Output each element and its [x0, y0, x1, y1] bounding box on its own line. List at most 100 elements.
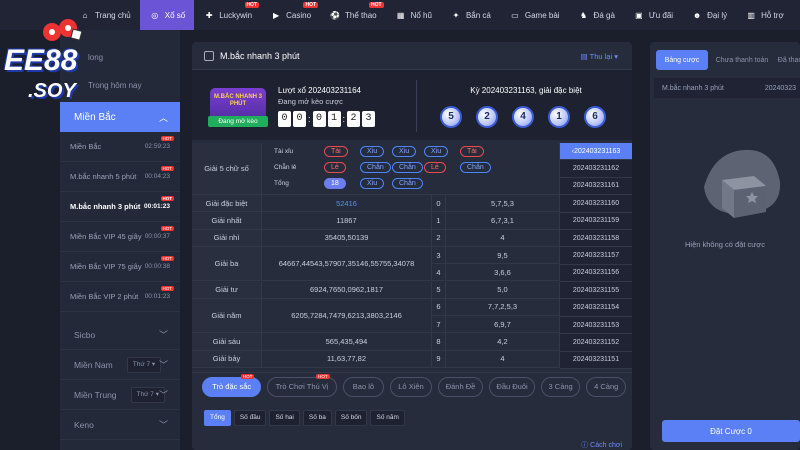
- subtab-option[interactable]: Tổng: [204, 410, 231, 426]
- hot-badge: HOT: [303, 2, 319, 8]
- round-id-item[interactable]: 202403231156: [560, 264, 632, 283]
- game-panel: M.bắc nhanh 3 phút ▤ Thu lại ▾ M.BẮC NHA…: [192, 42, 632, 450]
- tail-values: 5,0: [446, 281, 560, 299]
- subtab-option[interactable]: Số ba: [302, 410, 332, 426]
- results-table: Giải 5 chữ số Tài xỉu Tài Xỉu Xỉu Xỉu Tài Chẵn …: [192, 143, 632, 369]
- hot-badge: HOT: [316, 373, 330, 379]
- hot-badge: HOT: [160, 196, 174, 201]
- prize-label: Giải bảy: [192, 350, 262, 368]
- tail-values: 3,6,6: [446, 264, 560, 282]
- nav-item-1[interactable]: ◎ Xổ số: [139, 0, 195, 30]
- bet-round-id: 20240323: [764, 84, 796, 92]
- game-title: M.bắc nhanh 3 phút: [220, 50, 300, 61]
- nav-item-4[interactable]: ⚽ Thể thao HOT: [320, 0, 386, 30]
- tab-bet-type[interactable]: 4 Càng: [586, 376, 627, 397]
- nav-item-5[interactable]: ▦ Nổ hũ: [386, 0, 441, 30]
- hot-badge: HOT: [160, 226, 174, 231]
- game-name: Miền Bắc VIP 45 giây: [70, 232, 142, 241]
- bet-type-tabs: Trò đặc sắc HOT Trò Chơi Thú Vị HOT Bao lô Lô…: [192, 372, 632, 400]
- tab-bet-type[interactable]: 3 Càng: [540, 376, 581, 397]
- sidebar-category[interactable]: Sicbo ﹀: [60, 320, 180, 350]
- round-id: 202403231163: [574, 147, 621, 155]
- collapse-button[interactable]: ▤ Thu lại ▾: [581, 52, 618, 61]
- sidebar-game-item[interactable]: M.bắc nhanh 3 phút 00:01:23 HOT: [60, 192, 180, 222]
- slot-icon: ▦: [396, 10, 405, 20]
- round-id-item[interactable]: 202403231159: [560, 212, 632, 230]
- round-id-item[interactable]: 202403231153: [560, 316, 632, 335]
- sidebar-category[interactable]: Miền Nam Thứ 7 ▾ ﹀: [60, 350, 180, 380]
- bet-game-name: M.bắc nhanh 3 phút: [662, 84, 724, 92]
- round-id-item[interactable]: 202403231155: [560, 282, 632, 300]
- subtab-option[interactable]: Số năm: [370, 410, 405, 426]
- nav-item-10[interactable]: ☻ Đại lý: [682, 0, 736, 30]
- sidebar-game-item[interactable]: Miền Bắc VIP 45 giây 00:00:37 HOT: [60, 222, 180, 252]
- countdown-digit: 0: [278, 111, 291, 127]
- place-bet-button[interactable]: Đặt Cược 0: [662, 420, 800, 442]
- nav-label: Hỗ trợ: [761, 10, 784, 20]
- round-id-item[interactable]: 202403231157: [560, 247, 632, 265]
- tab-bet-type[interactable]: Lô Xiên: [390, 376, 432, 397]
- nav-item-7[interactable]: ▭ Game bài: [500, 0, 569, 30]
- game-name: M.bắc nhanh 5 phút: [70, 172, 137, 181]
- round-id: 202403231154: [572, 304, 620, 312]
- tab-paid[interactable]: Đã thanh: [772, 50, 800, 70]
- tab-bet-type[interactable]: Đánh Đề: [437, 376, 484, 397]
- tab-bet-type[interactable]: Bao lô: [342, 376, 385, 397]
- tab-label: 3 Càng: [548, 382, 573, 391]
- game-name: Miền Bắc VIP 2 phút: [70, 292, 139, 301]
- stat-chip: Tài: [324, 146, 348, 157]
- sidebar-category[interactable]: Keno ﹀: [60, 410, 180, 440]
- nav-item-6[interactable]: ✦ Bắn cá: [441, 0, 500, 30]
- logo-brand: EE88: [4, 44, 78, 77]
- countdown-digit: 0: [293, 111, 306, 127]
- tail-digit: 8: [432, 333, 446, 351]
- nav-item-8[interactable]: ♞ Đá gà: [569, 0, 624, 30]
- ball-icon: ⚽: [330, 10, 340, 20]
- last-result-title: Kỳ 202403231163, giải đặc biệt: [470, 86, 582, 95]
- sidebar-game-item[interactable]: Miền Bắc VIP 75 giây 00:00:38 HOT: [60, 252, 180, 282]
- round-id-item[interactable]: ‹ 202403231163: [560, 143, 632, 161]
- subtab-option[interactable]: Số đầu: [233, 410, 267, 426]
- round-id-item[interactable]: 202403231161: [560, 177, 632, 196]
- tab-bet-type[interactable]: Trò đặc sắc HOT: [202, 373, 262, 397]
- round-id-item[interactable]: 202403231152: [560, 334, 632, 352]
- round-id-item[interactable]: 202403231154: [560, 299, 632, 317]
- nav-label: Đá gà: [593, 10, 615, 20]
- gamepad-icon: ✚: [205, 10, 213, 20]
- tab-bet-type[interactable]: Trò Chơi Thú Vị HOT: [267, 373, 337, 397]
- nav-item-3[interactable]: ▶ Casino HOT: [261, 0, 320, 30]
- sidebar-game-item[interactable]: M.bắc nhanh 5 phút 00:04:23 HOT: [60, 162, 180, 192]
- agent-icon: ☻: [692, 10, 702, 20]
- ee88-logo[interactable]: EE88 .SOY: [0, 8, 120, 108]
- tab-bet-type[interactable]: Đầu Đuôi: [489, 376, 535, 397]
- chevron-down-icon: ﹀: [158, 330, 168, 340]
- prize-value: 64667,44543,57907,35146,55755,34078: [262, 246, 432, 282]
- status-badge: Đang mở kèo: [208, 116, 268, 127]
- subtab-option[interactable]: Số bốn: [334, 410, 368, 426]
- sidebar-game-item[interactable]: Miền Bắc VIP 2 phút 00:01:23 HOT: [60, 282, 180, 312]
- stat-row-label: Chẵn lẻ: [274, 164, 297, 171]
- round-id-item[interactable]: 202403231158: [560, 229, 632, 248]
- nav-item-9[interactable]: ▣ Ưu đãi: [624, 0, 682, 30]
- round-id: 202403231151: [572, 356, 620, 364]
- how-to-play-link[interactable]: ⓘ Cách chơi: [581, 440, 622, 450]
- tail-digit: 2: [432, 229, 446, 247]
- nav-item-11[interactable]: ▥ Hỗ trợ: [736, 0, 793, 30]
- bet-game-row[interactable]: M.bắc nhanh 3 phút 20240323: [654, 78, 800, 98]
- round-id-item[interactable]: 202403231160: [560, 195, 632, 213]
- subtab-option[interactable]: Số hai: [269, 410, 300, 426]
- nav-item-2[interactable]: ✚ Luckywin HOT: [194, 0, 261, 30]
- round-id-item[interactable]: 202403231162: [560, 160, 632, 178]
- tab-label: Đánh Đề: [445, 382, 476, 391]
- category-name: Miền Trung: [74, 389, 117, 400]
- tab-unpaid[interactable]: Chưa thanh toán: [710, 50, 774, 70]
- round-id: 202403231153: [572, 321, 620, 329]
- sidebar-game-item[interactable]: Miền Bắc 02:59:23 HOT: [60, 132, 180, 162]
- stat-chip: Chẵn: [360, 162, 391, 173]
- round-id: 202403231158: [572, 234, 620, 242]
- tab-bet-board[interactable]: Bảng cược: [656, 50, 708, 70]
- round-id: 202403231160: [572, 199, 620, 207]
- round-id-item[interactable]: 202403231151: [560, 351, 632, 369]
- sidebar-category[interactable]: Miền Trung Thứ 7 ▾ ﹀: [60, 380, 180, 410]
- tail-digit: 9: [432, 350, 446, 368]
